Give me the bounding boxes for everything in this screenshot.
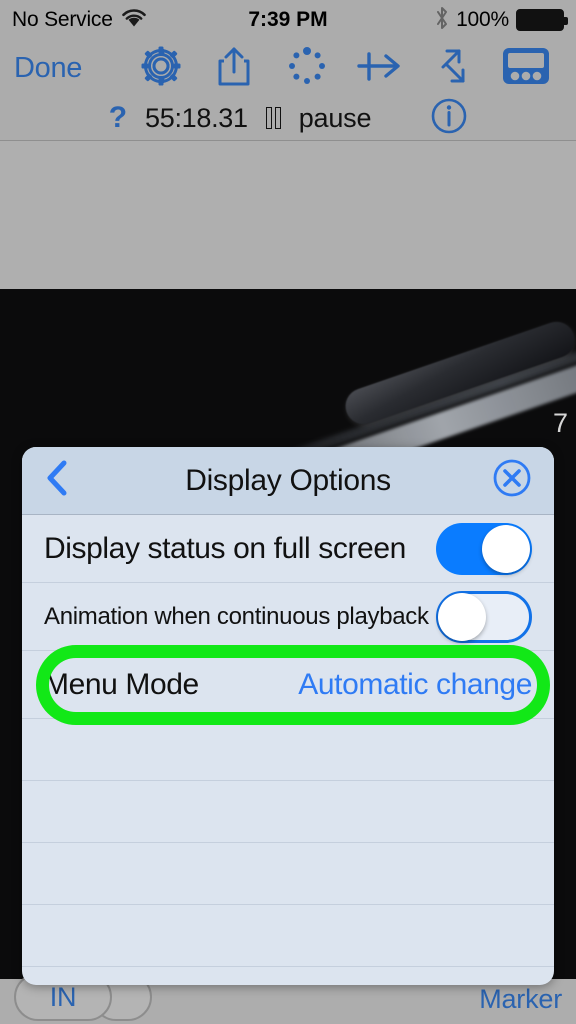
empty-row[interactable]: [22, 967, 554, 985]
dialog-header: Display Options: [22, 447, 554, 515]
marker-button[interactable]: Marker: [479, 984, 562, 1015]
share-button[interactable]: [197, 45, 270, 92]
toggle-knob: [482, 524, 530, 573]
gear-icon: [140, 45, 182, 92]
empty-row[interactable]: [22, 905, 554, 967]
display-status-toggle[interactable]: [436, 522, 532, 575]
row-animation-playback-label: Animation when continuous playback: [44, 602, 429, 630]
bottom-toolbar: IN Marker: [0, 973, 576, 1024]
menu-mode-value[interactable]: Automatic change: [298, 668, 532, 702]
row-menu-mode-label: Menu Mode: [44, 667, 199, 701]
status-bar: No Service 7:39 PM 100%: [0, 0, 576, 40]
timecode-label: 55:18.31: [145, 102, 248, 133]
background-number-label: 7: [552, 408, 568, 438]
dotted-circle-icon: [287, 46, 327, 91]
diagonal-resize-icon: [433, 45, 473, 92]
help-icon[interactable]: ?: [109, 103, 127, 133]
pause-state-label: pause: [298, 102, 372, 133]
phone-screen: No Service 7:39 PM 100% Done ? 55:18.31 …: [0, 0, 576, 1024]
advance-button[interactable]: [343, 46, 416, 91]
pause-icon[interactable]: [265, 107, 281, 129]
panel-icon: [501, 45, 551, 92]
panel-button[interactable]: [489, 45, 562, 92]
carrier-label: No Service: [12, 8, 113, 31]
row-display-status-label: Display status on full screen: [44, 531, 406, 565]
dialog-body: Display status on full screen Animation …: [22, 515, 554, 985]
status-bar-left: No Service: [12, 8, 147, 33]
status-bar-right: 100%: [435, 6, 568, 35]
main-toolbar: Done: [0, 40, 576, 96]
done-button-label: Done: [14, 51, 83, 84]
animation-playback-toggle[interactable]: [436, 590, 532, 643]
toggle-knob: [438, 592, 486, 641]
chevron-left-icon[interactable]: [44, 458, 70, 503]
content-spacer: [0, 141, 576, 289]
row-menu-mode[interactable]: Menu Mode Automatic change: [22, 651, 554, 719]
dialog-title: Display Options: [185, 463, 391, 497]
empty-row[interactable]: [22, 843, 554, 905]
in-point-label: IN: [49, 981, 77, 1012]
battery-full-icon: [516, 9, 568, 31]
empty-row[interactable]: [22, 719, 554, 781]
plus-arrow-icon: [356, 46, 403, 91]
close-circle-icon[interactable]: [492, 458, 532, 503]
battery-percent-label: 100%: [456, 8, 509, 31]
display-options-dialog: Display Options Display status on full s…: [22, 447, 554, 985]
row-display-status[interactable]: Display status on full screen: [22, 515, 554, 583]
bluetooth-icon: [435, 6, 449, 35]
row-animation-playback[interactable]: Animation when continuous playback: [22, 583, 554, 651]
settings-button[interactable]: [124, 45, 197, 92]
resize-button[interactable]: [416, 45, 489, 92]
done-button[interactable]: Done: [14, 52, 124, 85]
empty-row[interactable]: [22, 781, 554, 843]
wifi-icon: [121, 8, 147, 33]
share-icon: [217, 45, 251, 92]
progress-button[interactable]: [270, 46, 343, 91]
info-icon[interactable]: [431, 98, 467, 139]
playback-subbar: ? 55:18.31 pause: [0, 96, 576, 141]
clock-label: 7:39 PM: [248, 8, 328, 31]
